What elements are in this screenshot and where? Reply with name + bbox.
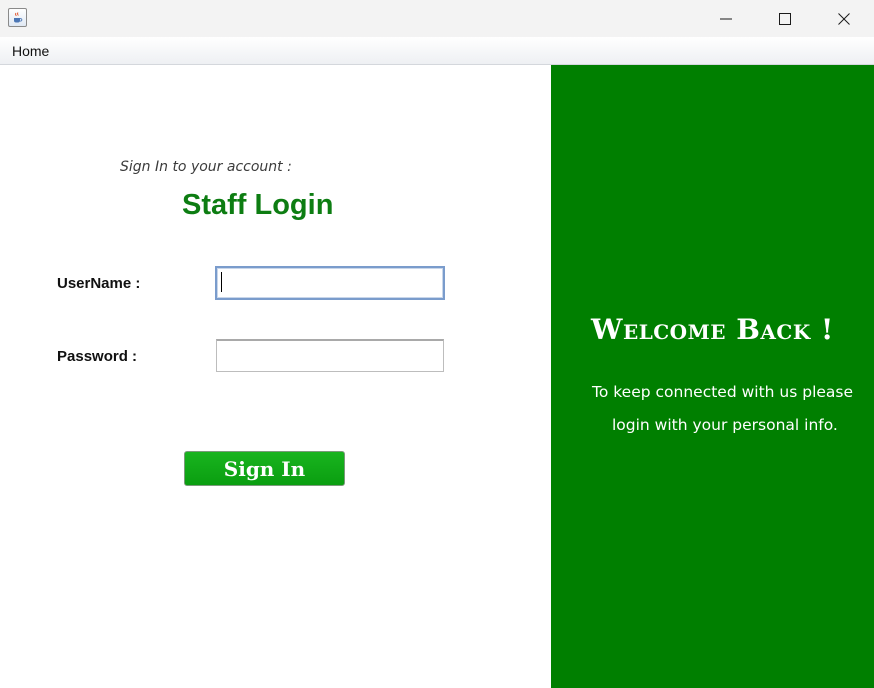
window-title-bar[interactable]: [0, 0, 874, 37]
minimize-button[interactable]: [697, 0, 755, 37]
welcome-message-line-2: login with your personal info.: [612, 416, 838, 434]
menu-bar: Home: [0, 37, 874, 65]
java-coffee-cup-icon: [8, 8, 27, 27]
welcome-message-line-1: To keep connected with us please: [592, 383, 854, 401]
minimize-icon: [720, 18, 732, 19]
password-label: Password :: [57, 348, 138, 365]
maximize-button[interactable]: [756, 0, 814, 37]
close-icon: [838, 12, 850, 25]
signin-subtitle: Sign In to your account :: [120, 159, 292, 175]
username-label: UserName :: [57, 275, 141, 292]
signin-button[interactable]: Sign In: [184, 451, 345, 486]
login-form-panel: Sign In to your account : Staff Login Us…: [0, 65, 551, 688]
password-field[interactable]: [216, 339, 444, 372]
page-title: Staff Login: [182, 189, 334, 221]
maximize-icon: [779, 12, 791, 25]
welcome-title: Welcome Back !: [591, 313, 834, 346]
text-caret: [221, 272, 222, 292]
welcome-panel: Welcome Back ! To keep connected with us…: [551, 65, 874, 688]
close-button[interactable]: [815, 0, 873, 37]
username-field[interactable]: [215, 266, 445, 300]
menu-item-home[interactable]: Home: [12, 43, 49, 59]
